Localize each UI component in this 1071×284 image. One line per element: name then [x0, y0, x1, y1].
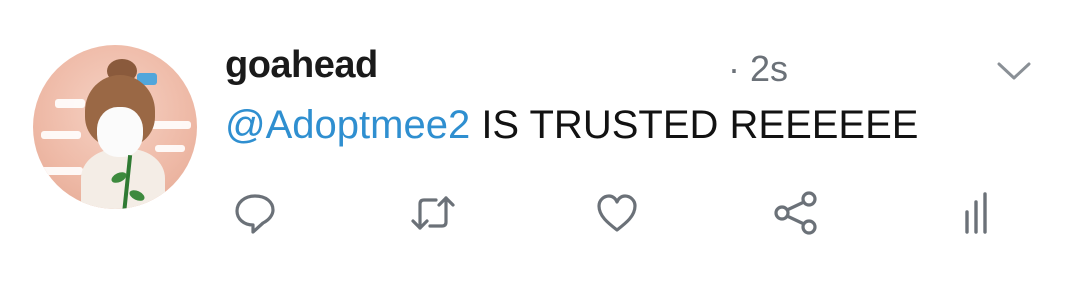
retweet-button[interactable] [410, 190, 456, 236]
reply-button[interactable] [232, 190, 278, 236]
share-icon [774, 191, 817, 235]
analytics-icon [965, 192, 987, 234]
retweet-icon [411, 196, 455, 230]
chevron-down-icon[interactable] [996, 60, 1032, 82]
timestamp[interactable]: · 2s [728, 48, 788, 90]
mention-link[interactable]: @Adoptmee2 [225, 103, 470, 147]
share-button[interactable] [773, 190, 819, 236]
analytics-button[interactable] [953, 190, 999, 236]
avatar[interactable] [33, 45, 197, 209]
display-name[interactable]: goahead [225, 44, 378, 87]
tweet-body: IS TRUSTED REEEEEE [470, 103, 919, 147]
like-button[interactable] [594, 190, 640, 236]
tweet-card[interactable]: goahead · 2s @Adoptmee2 IS TRUSTED REEEE… [0, 0, 1071, 284]
reply-icon [235, 194, 275, 234]
heart-icon [597, 194, 637, 232]
tweet-text: @Adoptmee2 IS TRUSTED REEEEEE [225, 103, 918, 148]
